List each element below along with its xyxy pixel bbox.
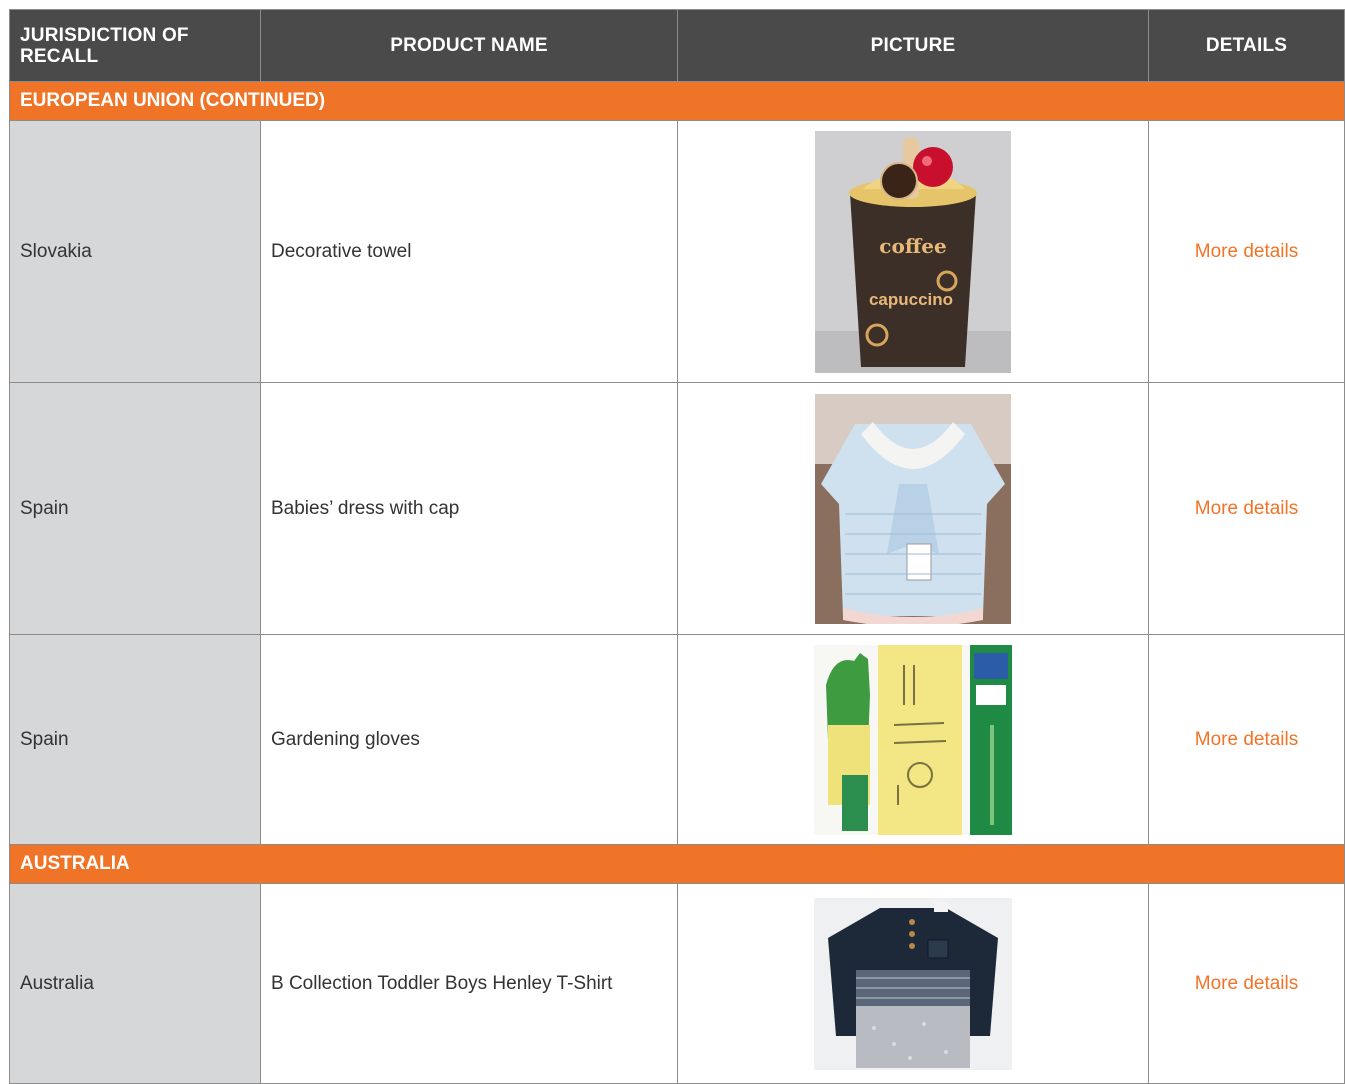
product-name-cell: Decorative towel (260, 120, 678, 383)
header-picture: PICTURE (677, 9, 1149, 82)
jurisdiction-cell: Spain (9, 634, 261, 845)
product-name-cell: Gardening gloves (260, 634, 678, 845)
more-details-link[interactable]: More details (1148, 382, 1345, 635)
cup-text-capuccino: capuccino (869, 290, 953, 309)
table-row: Spain Babies’ dress with cap More detail… (9, 382, 1345, 635)
jurisdiction-cell: Spain (9, 382, 261, 635)
table-header-row: JURISDICTION OF RECALL PRODUCT NAME PICT… (9, 9, 1345, 82)
table-row: Slovakia Decorative towel coffee capucci… (9, 120, 1345, 383)
table-row: Australia B Collection Toddler Boys Henl… (9, 883, 1345, 1084)
product-image-baby-dress (815, 393, 1011, 624)
cup-text-coffee: coffee (879, 234, 946, 258)
section-title: AUSTRALIA (9, 844, 1345, 884)
more-details-link[interactable]: More details (1148, 120, 1345, 383)
jurisdiction-cell: Slovakia (9, 120, 261, 383)
section-row-australia: AUSTRALIA (9, 844, 1345, 884)
header-details: DETAILS (1148, 9, 1345, 82)
header-product-name: PRODUCT NAME (260, 9, 678, 82)
product-image-coffee-cup: coffee capuccino (815, 130, 1011, 373)
more-details-link[interactable]: More details (1148, 634, 1345, 845)
section-title: EUROPEAN UNION (CONTINUED) (9, 81, 1345, 121)
product-name-cell: B Collection Toddler Boys Henley T-Shirt (260, 883, 678, 1084)
product-image-gardening-gloves (814, 644, 1012, 835)
section-row-eu: EUROPEAN UNION (CONTINUED) (9, 81, 1345, 121)
table-row: Spain Gardening gloves More details (9, 634, 1345, 845)
picture-cell (677, 634, 1149, 845)
product-image-henley-tshirt (814, 897, 1012, 1070)
header-jurisdiction: JURISDICTION OF RECALL (9, 9, 261, 82)
jurisdiction-cell: Australia (9, 883, 261, 1084)
product-name-cell: Babies’ dress with cap (260, 382, 678, 635)
picture-cell (677, 883, 1149, 1084)
picture-cell: coffee capuccino (677, 120, 1149, 383)
recall-table: JURISDICTION OF RECALL PRODUCT NAME PICT… (9, 9, 1345, 1084)
more-details-link[interactable]: More details (1148, 883, 1345, 1084)
picture-cell (677, 382, 1149, 635)
